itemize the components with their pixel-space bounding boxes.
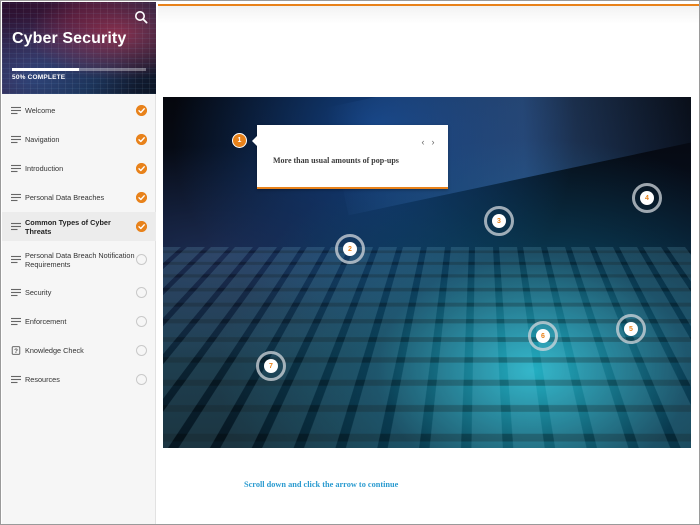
hotspot-popup: ‹ › More than usual amounts of pop-ups <box>252 125 448 189</box>
lines-icon <box>11 255 21 264</box>
checkmark-icon <box>136 105 147 116</box>
progress-bar-fill <box>12 68 79 71</box>
sidebar-item-label: Personal Data Breach Notification Requir… <box>25 250 135 269</box>
sidebar-item-personal-data-breaches[interactable]: Personal Data Breaches <box>2 183 156 212</box>
sidebar-item-enforcement[interactable]: Enforcement <box>2 307 156 336</box>
lines-icon <box>11 288 21 297</box>
course-menu: Welcome Navigation Introduction Personal Da… <box>2 96 156 394</box>
hotspot-7[interactable]: 7 <box>256 351 286 381</box>
next-arrow-icon[interactable]: › <box>429 138 437 147</box>
image-keyboard <box>163 247 691 448</box>
sidebar-item-label: Common Types of Cyber Threats <box>25 217 111 236</box>
hotspot-2[interactable]: 2 <box>335 234 365 264</box>
hotspot-number: 3 <box>492 214 506 228</box>
incomplete-circle-icon <box>136 374 147 385</box>
hotspot-number: 5 <box>624 322 638 336</box>
question-icon: ? <box>11 346 21 355</box>
hotspot-number: 7 <box>264 359 278 373</box>
lines-icon <box>11 375 21 384</box>
hotspot-5[interactable]: 5 <box>616 314 646 344</box>
sidebar-item-knowledge-check[interactable]: ? Knowledge Check <box>2 336 156 365</box>
continue-instruction: Scroll down and click the arrow to conti… <box>244 480 399 489</box>
progress-label: 50% COMPLETE <box>12 74 66 81</box>
incomplete-circle-icon <box>136 254 147 265</box>
sidebar-item-common-types-of-cyber-threats[interactable]: Common Types of Cyber Threats <box>2 212 156 241</box>
incomplete-circle-icon <box>136 287 147 298</box>
sidebar-item-introduction[interactable]: Introduction <box>2 154 156 183</box>
lines-icon <box>11 222 21 231</box>
hotspot-1[interactable]: 1 <box>232 133 247 148</box>
sidebar-item-label: Personal Data Breaches <box>25 193 105 202</box>
previous-arrow-icon[interactable]: ‹ <box>419 138 427 147</box>
course-title: Cyber Security <box>12 30 127 47</box>
sidebar-item-security[interactable]: Security <box>2 278 156 307</box>
hotspot-number: 6 <box>536 329 550 343</box>
hotspot-number: 2 <box>343 242 357 256</box>
sidebar-item-label: Knowledge Check <box>25 346 84 355</box>
lines-icon <box>11 164 21 173</box>
hotspot-number: 4 <box>640 191 654 205</box>
progress-bar <box>12 68 146 71</box>
hotspot-3[interactable]: 3 <box>484 206 514 236</box>
app-frame: Cyber Security 50% COMPLETE Welcome Navig… <box>0 0 700 525</box>
popup-text: More than usual amounts of pop-ups <box>273 156 399 165</box>
sidebar-item-resources[interactable]: Resources <box>2 365 156 394</box>
sidebar-item-label: Security <box>25 288 52 297</box>
incomplete-circle-icon <box>136 345 147 356</box>
search-icon[interactable] <box>134 10 148 24</box>
checkmark-icon <box>136 134 147 145</box>
lines-icon <box>11 106 21 115</box>
sidebar-item-label: Resources <box>25 375 60 384</box>
top-shadow <box>158 6 699 24</box>
checkmark-icon <box>136 192 147 203</box>
course-sidebar: Cyber Security 50% COMPLETE Welcome Navig… <box>2 2 156 524</box>
sidebar-item-label: Introduction <box>25 164 64 173</box>
sidebar-item-welcome[interactable]: Welcome <box>2 96 156 125</box>
incomplete-circle-icon <box>136 316 147 327</box>
lines-icon <box>11 193 21 202</box>
course-header: Cyber Security 50% COMPLETE <box>2 2 156 94</box>
lines-icon <box>11 317 21 326</box>
sidebar-item-personal-data-breach-notification-requirements[interactable]: Personal Data Breach Notification Requir… <box>2 241 156 278</box>
popup-pointer <box>252 136 257 146</box>
sidebar-item-label: Welcome <box>25 106 56 115</box>
svg-text:?: ? <box>14 348 18 355</box>
sidebar-item-label: Navigation <box>25 135 60 144</box>
hotspot-6[interactable]: 6 <box>528 321 558 351</box>
sidebar-item-label: Enforcement <box>25 317 67 326</box>
hotspot-4[interactable]: 4 <box>632 183 662 213</box>
sidebar-item-navigation[interactable]: Navigation <box>2 125 156 154</box>
lines-icon <box>11 135 21 144</box>
checkmark-icon <box>136 221 147 232</box>
checkmark-icon <box>136 163 147 174</box>
